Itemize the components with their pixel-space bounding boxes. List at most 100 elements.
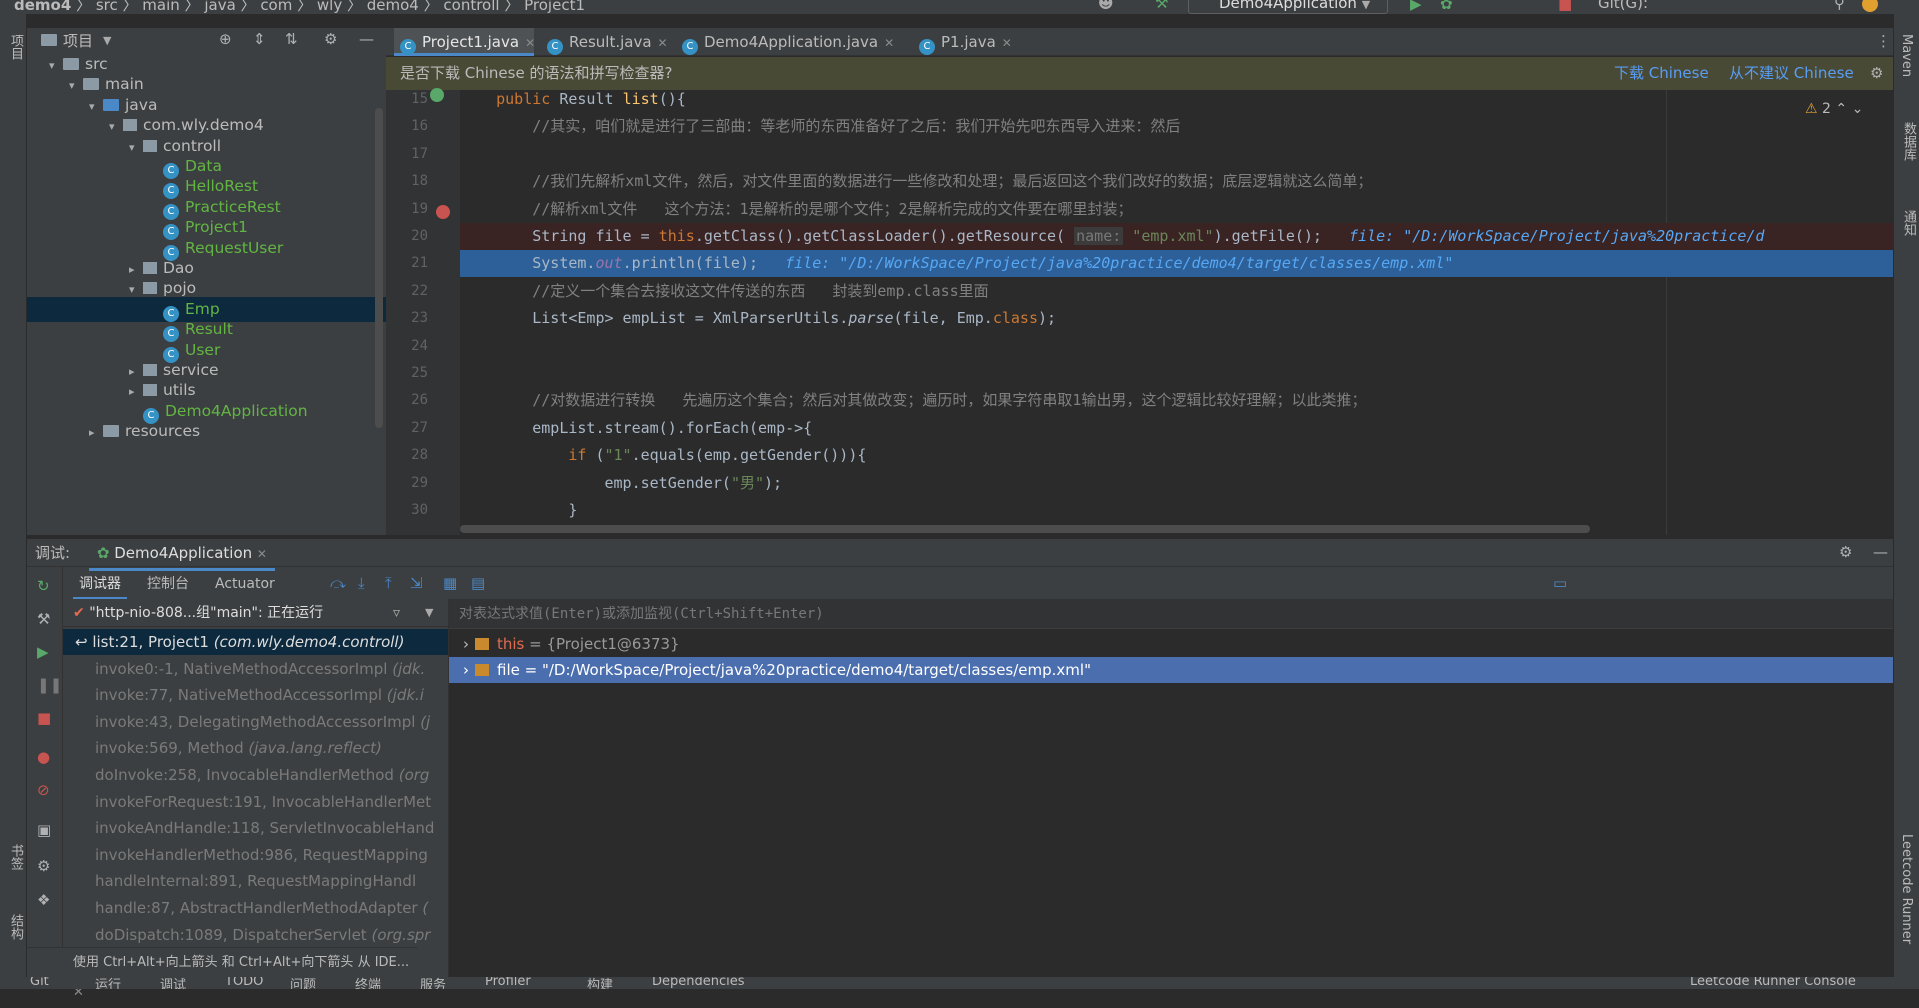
bottom-tab-5[interactable]: 终端 — [355, 977, 381, 989]
expand-arrow-icon[interactable]: › — [463, 661, 469, 679]
editor-tab-project1[interactable]: C Project1.java ✕ — [394, 28, 535, 56]
code-line[interactable]: //定义一个集合去接收这文件传送的东西 封装到emp.class里面 — [460, 278, 1893, 305]
close-icon[interactable]: ✕ — [884, 36, 894, 50]
stack-frame[interactable]: handleInternal:891, RequestMappingHandl — [63, 868, 448, 894]
search-icon[interactable]: ⚲ — [1834, 0, 1845, 11]
code-line[interactable]: //对数据进行转换 先遍历这个集合；然后对其做改变；遍历时，如果字符串取1输出男… — [460, 387, 1893, 414]
stop-icon[interactable]: ■ — [1558, 0, 1572, 12]
code-line[interactable] — [460, 360, 1893, 387]
chevron-icon[interactable]: ▸ — [89, 420, 103, 445]
project-panel-title[interactable]: 项目 — [63, 30, 93, 51]
leetcode-tool-button[interactable]: Leetcode Runner — [1899, 834, 1914, 944]
code-line[interactable]: System.out.println(file); file: "/D:/Wor… — [460, 250, 1893, 278]
minimize-icon[interactable]: — — [1873, 545, 1888, 560]
run-method-icon[interactable] — [430, 88, 444, 102]
code-line[interactable]: //我们先解析xml文件，然后，对文件里面的数据进行一些修改和处理；最后返回这个… — [460, 168, 1893, 195]
horizontal-scrollbar[interactable] — [460, 525, 1590, 533]
stack-frame[interactable]: ↩ list:21, Project1 (com.wly.demo4.contr… — [63, 629, 448, 655]
bottom-tab-1[interactable]: 运行 — [95, 977, 121, 989]
code-line[interactable]: if ("1".equals(emp.getGender())){ — [460, 442, 1893, 469]
stack-frame[interactable]: invoke:77, NativeMethodAccessorImpl (jdk… — [63, 682, 448, 708]
chevron-down-icon[interactable]: ▼ — [103, 34, 111, 47]
gear-icon[interactable]: ⚙ — [324, 32, 337, 47]
variable-row[interactable]: › file = "/D:/WorkSpace/Project/java%20pr… — [449, 657, 1893, 683]
run-config-select[interactable]: Demo4Application ▼ — [1188, 0, 1388, 14]
bookmarks-tool-button[interactable]: 书签 — [6, 844, 25, 870]
bottom-tab-0[interactable]: Git — [30, 977, 49, 989]
breadcrumb-item[interactable]: com — [260, 0, 292, 14]
debug-tab-1[interactable]: 控制台 — [141, 571, 195, 597]
thread-selector[interactable]: ✔ "http-nio-808...组"main": 正在运行 ▿ ▼ — [63, 599, 448, 627]
gear-icon[interactable]: ⚙ — [1839, 545, 1852, 560]
close-icon[interactable]: ✕ — [525, 36, 535, 50]
close-icon[interactable]: ✕ — [1002, 36, 1012, 50]
breadcrumb-item[interactable]: Project1 — [524, 0, 585, 14]
wrench-icon[interactable]: ⚒ — [37, 612, 50, 627]
rerun-icon[interactable]: ↻ — [37, 579, 50, 594]
project-tool-button[interactable]: 项目 — [6, 34, 25, 60]
bottom-tab-8[interactable]: 构建 — [587, 977, 613, 989]
debug-session-tab[interactable]: ✿ Demo4Application ✕ — [88, 539, 275, 571]
table-icon[interactable]: ▤ — [471, 576, 485, 591]
bottom-tab-2[interactable]: 调试 — [160, 977, 186, 989]
code-line[interactable]: public Result list(){ — [460, 90, 1893, 113]
code-editor[interactable]: ⚠ 2 ⌃ ⌄ public Result list(){ //其实，咱们就是进… — [460, 90, 1893, 535]
code-line[interactable]: String file = this.getClass().getClassLo… — [460, 223, 1893, 250]
collapse-all-icon[interactable]: ⇅ — [285, 32, 298, 47]
locate-icon[interactable]: ⊕ — [219, 32, 232, 47]
resume-icon[interactable]: ▶ — [37, 645, 49, 660]
close-icon[interactable]: ✕ — [658, 36, 668, 50]
step-over-icon[interactable]: ⤼ — [330, 576, 346, 591]
camera-icon[interactable]: ▣ — [37, 823, 51, 838]
tree-scrollbar[interactable] — [375, 108, 383, 428]
chevron-down-icon[interactable]: ▼ — [425, 599, 433, 627]
bottom-tab-10[interactable]: Leetcode Runner Console — [1690, 977, 1856, 989]
database-tool-button[interactable]: 数据库 — [1899, 122, 1918, 161]
pin-icon[interactable]: ❖ — [37, 893, 50, 908]
bottom-tab-9[interactable]: Dependencies — [652, 977, 745, 989]
update-icon[interactable] — [1862, 0, 1878, 12]
never-suggest-link[interactable]: 从不建议 Chinese — [1729, 57, 1854, 90]
bottom-tab-6[interactable]: 服务 — [420, 977, 446, 989]
breadcrumb[interactable]: demo4 〉 src 〉 main 〉 java 〉 com 〉 wly 〉 … — [14, 0, 585, 14]
debug-tab-0[interactable]: 调试器 — [73, 571, 127, 600]
code-line[interactable]: //其实，咱们就是进行了三部曲：等老师的东西准备好了之后：我们开始先吧东西导入进… — [460, 113, 1893, 140]
bottom-tab-4[interactable]: 问题 — [290, 977, 316, 989]
editor-tab-demo4application[interactable]: C Demo4Application.java ✕ — [676, 28, 906, 56]
breadcrumb-item[interactable]: main — [142, 0, 179, 14]
step-into-icon[interactable]: ⤓ — [358, 576, 365, 591]
stack-frame[interactable]: invoke0:-1, NativeMethodAccessorImpl (jd… — [63, 656, 448, 682]
code-line[interactable]: List<Emp> empList = XmlParserUtils.parse… — [460, 305, 1893, 332]
filter-icon[interactable]: ▿ — [393, 599, 400, 627]
download-chinese-link[interactable]: 下载 Chinese — [1614, 57, 1709, 90]
expand-arrow-icon[interactable]: › — [463, 635, 469, 653]
tree-item-resources[interactable]: ▸ resources — [27, 419, 386, 444]
breadcrumb-item[interactable]: src — [96, 0, 118, 14]
code-line[interactable]: emp.setGender("男"); — [460, 470, 1893, 497]
editor-tab-result[interactable]: C Result.java ✕ — [541, 28, 669, 56]
stop-icon[interactable]: ■ — [37, 711, 51, 726]
code-line[interactable]: empList.stream().forEach(emp->{ — [460, 415, 1893, 442]
bottom-tab-7[interactable]: Profiler — [485, 977, 531, 989]
breakpoint-icon[interactable] — [436, 205, 450, 219]
code-line[interactable] — [460, 333, 1893, 360]
watch-input[interactable]: 对表达式求值(Enter)或添加监视(Ctrl+Shift+Enter) — [449, 599, 1893, 629]
step-out-icon[interactable]: ⤒ — [385, 576, 392, 591]
breadcrumb-item[interactable]: demo4 — [367, 0, 419, 14]
breadcrumb-item[interactable]: demo4 — [14, 0, 71, 14]
minimize-icon[interactable]: — — [359, 32, 374, 47]
layout-icon[interactable]: ▭ — [1553, 576, 1567, 591]
stack-frame[interactable]: invoke:43, DelegatingMethodAccessorImpl … — [63, 709, 448, 735]
code-line[interactable] — [460, 141, 1893, 168]
debug-tab-2[interactable]: Actuator — [209, 571, 281, 597]
editor-tab-p1[interactable]: C P1.java ✕ — [913, 28, 1012, 56]
gear-icon[interactable]: ⚙ — [1870, 66, 1883, 81]
run-to-cursor-icon[interactable]: ⇲ — [410, 576, 423, 591]
maven-tool-button[interactable]: Maven — [1899, 34, 1914, 77]
stack-frame[interactable]: invokeForRequest:191, InvocableHandlerMe… — [63, 789, 448, 815]
debug-icon[interactable]: ✿ — [1440, 0, 1453, 12]
breadcrumb-item[interactable]: controll — [443, 0, 499, 14]
stack-frame[interactable]: handle:87, AbstractHandlerMethodAdapter … — [63, 895, 448, 921]
stack-frame[interactable]: invokeHandlerMethod:986, RequestMapping — [63, 842, 448, 868]
mute-breakpoints-icon[interactable]: ⊘ — [37, 783, 50, 798]
